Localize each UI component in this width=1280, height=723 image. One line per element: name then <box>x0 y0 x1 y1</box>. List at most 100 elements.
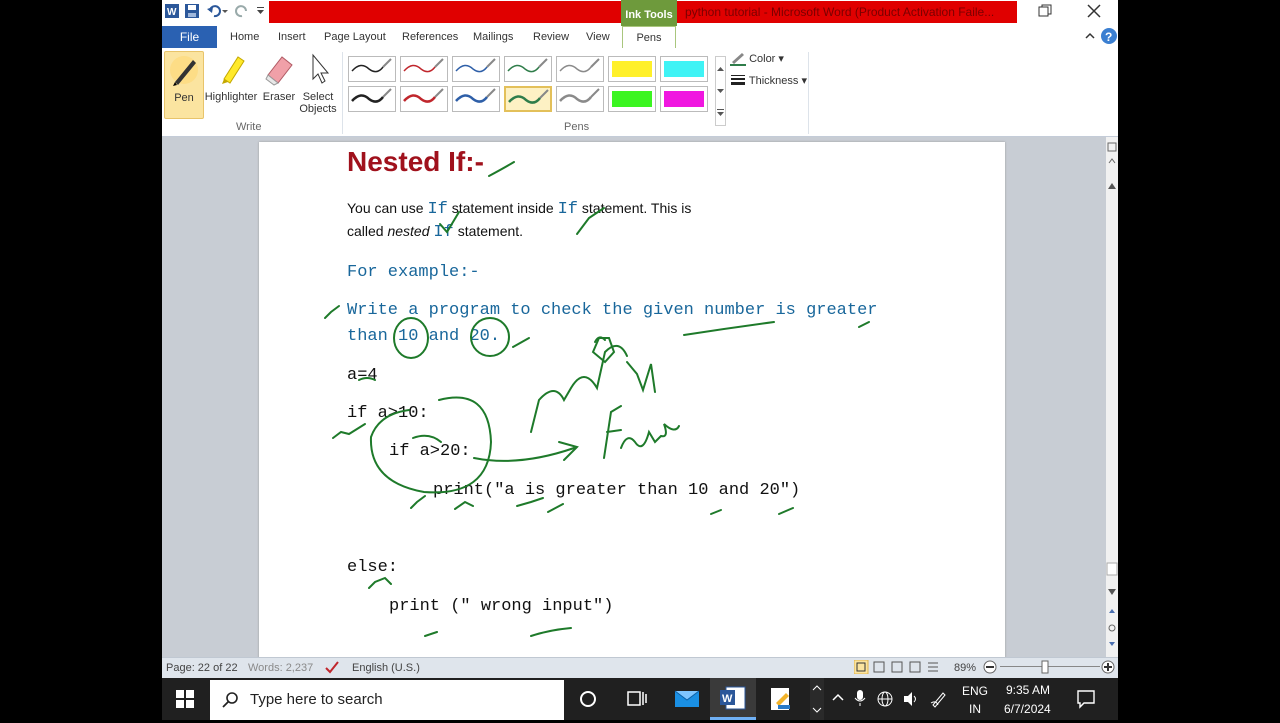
help-icon[interactable]: ? <box>1100 27 1118 49</box>
tab-page-layout[interactable]: Page Layout <box>324 26 386 48</box>
tab-view[interactable]: View <box>586 26 610 48</box>
highlighter-swatch-cyan[interactable] <box>660 56 708 82</box>
tab-file[interactable]: File <box>162 26 217 49</box>
pen-swatch-gray[interactable] <box>556 56 604 82</box>
cortana-icon[interactable] <box>578 689 598 714</box>
proofing-icon[interactable] <box>324 660 340 677</box>
input-language-top[interactable]: ENG <box>962 684 988 698</box>
network-globe-icon[interactable] <box>876 690 894 711</box>
swatch-fill <box>612 91 652 107</box>
task-view-icon[interactable] <box>626 689 648 714</box>
ink-word-false <box>603 405 680 459</box>
ribbon: Pen Highlighter Eraser Select Objects Wr… <box>162 48 1118 137</box>
ink-annotations <box>324 161 870 637</box>
pen-swatch-green[interactable] <box>504 86 552 112</box>
ink-word-nested <box>530 345 628 433</box>
clock-time[interactable]: 9:35 AM <box>1006 683 1050 697</box>
pen-swatch-blue[interactable] <box>452 56 500 82</box>
highlighter-button[interactable]: Highlighter <box>204 51 258 115</box>
ink-stroke <box>512 337 530 348</box>
pen-swatch-red[interactable] <box>400 56 448 82</box>
highlighter-swatch-yellow[interactable] <box>608 56 656 82</box>
title-highlight <box>269 1 621 23</box>
customize-qat-icon[interactable] <box>256 3 266 21</box>
ink-tools-label: Ink Tools <box>621 0 677 26</box>
notes-app-icon[interactable] <box>768 687 794 716</box>
redo-icon[interactable] <box>234 3 250 21</box>
pen-swatch-red[interactable] <box>400 86 448 112</box>
notifications-icon[interactable] <box>1076 689 1096 712</box>
svg-text:W: W <box>722 693 733 705</box>
word-app-icon: W <box>164 3 180 21</box>
tab-mailings[interactable]: Mailings <box>473 26 513 48</box>
volume-icon[interactable] <box>902 690 920 711</box>
windows-start-icon[interactable] <box>176 690 194 713</box>
ink-letter-a <box>594 336 606 343</box>
tab-review[interactable]: Review <box>533 26 569 48</box>
document-title: python tutorial - Microsoft Word (Produc… <box>677 1 1017 23</box>
tab-home[interactable]: Home <box>230 26 259 48</box>
tab-references[interactable]: References <box>402 26 458 48</box>
title-bar: W Ink Tools python tutorial - Microsoft … <box>162 0 1118 26</box>
ink-stroke <box>576 207 605 235</box>
mail-icon[interactable] <box>674 687 700 714</box>
vertical-scrollbar[interactable] <box>1106 137 1118 657</box>
thickness-icon <box>731 75 745 86</box>
ink-tick <box>368 576 392 589</box>
pen-stroke-icon <box>508 89 549 104</box>
eraser-icon <box>265 56 293 86</box>
pen-workspace-icon[interactable] <box>930 690 948 711</box>
select-objects-button[interactable]: Select Objects <box>298 51 338 115</box>
microphone-icon[interactable] <box>854 689 866 710</box>
document-page[interactable]: Nested If:- You can use If statement ins… <box>259 142 1005 662</box>
highlighter-icon <box>222 56 245 84</box>
restore-icon[interactable] <box>1038 4 1052 23</box>
zoom-slider[interactable] <box>982 660 1116 677</box>
ink-stroke <box>710 509 722 515</box>
show-hidden-icons[interactable] <box>832 691 844 706</box>
pen-button[interactable]: Pen <box>164 51 204 119</box>
pen-swatch-blue[interactable] <box>452 86 500 112</box>
taskbar-scroll[interactable] <box>810 678 824 720</box>
swatch-fill <box>664 61 704 77</box>
pen-swatch-green[interactable] <box>504 56 552 82</box>
clock-date[interactable]: 6/7/2024 <box>1004 702 1051 716</box>
ink-circle-nested <box>369 396 493 494</box>
color-icon <box>730 53 746 67</box>
ink-circle-10 <box>393 317 429 359</box>
zoom-level[interactable]: 89% <box>954 662 976 674</box>
word-count[interactable]: Words: 2,237 <box>248 662 313 674</box>
input-language-bottom[interactable]: IN <box>969 702 981 716</box>
highlighter-swatch-magenta[interactable] <box>660 86 708 112</box>
pen-stroke-icon <box>351 88 392 103</box>
ink-stroke <box>516 497 544 507</box>
pen-stroke-icon <box>455 88 496 103</box>
pen-swatch-black[interactable] <box>348 56 396 82</box>
ink-stroke <box>858 321 870 328</box>
tab-insert[interactable]: Insert <box>278 26 306 48</box>
undo-icon[interactable] <box>206 3 228 21</box>
highlighter-swatch-lime[interactable] <box>608 86 656 112</box>
svg-text:W: W <box>167 7 177 18</box>
highlighter-label: Highlighter <box>204 91 258 103</box>
tab-pens[interactable]: Pens <box>622 26 676 49</box>
gallery-scroll[interactable] <box>715 56 726 126</box>
word-taskbar-icon[interactable]: W <box>710 678 756 720</box>
pen-stroke-icon <box>507 58 548 73</box>
close-icon[interactable] <box>1087 4 1101 23</box>
taskbar-search-box[interactable]: Type here to search <box>210 680 564 720</box>
ink-tick <box>324 305 340 319</box>
minimize-ribbon-icon[interactable] <box>1084 28 1096 50</box>
view-buttons[interactable] <box>853 659 946 677</box>
ink-stroke <box>424 631 438 637</box>
language-status[interactable]: English (U.S.) <box>352 662 420 674</box>
page-count[interactable]: Page: 22 of 22 <box>166 662 238 674</box>
pen-swatch-gray[interactable] <box>556 86 604 112</box>
group-separator <box>342 52 343 134</box>
pen-swatch-black[interactable] <box>348 86 396 112</box>
thickness-dropdown[interactable]: Thickness ▾ <box>730 74 807 88</box>
color-label: Color <box>749 53 776 65</box>
color-dropdown[interactable]: Color ▾ <box>730 52 784 67</box>
eraser-button[interactable]: Eraser <box>260 51 298 115</box>
save-icon[interactable] <box>184 3 200 21</box>
